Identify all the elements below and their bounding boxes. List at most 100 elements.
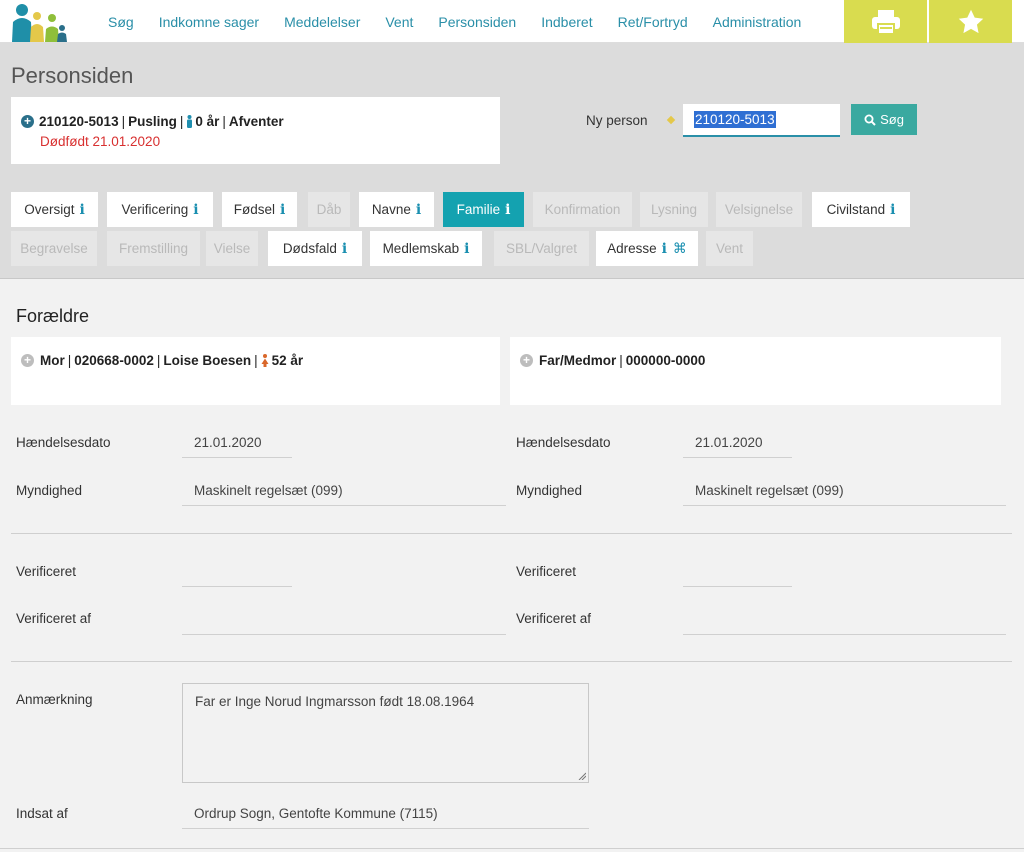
expand-plus-icon[interactable]: + [21,115,34,128]
father-authority-label: Myndighed [516,483,583,498]
tab-label: Velsignelse [724,202,794,217]
father-cpr: 000000-0000 [625,353,706,368]
expand-mother-icon[interactable]: + [21,354,34,367]
star-icon [958,9,983,33]
mother-event-date: 21.01.2020 [182,435,292,458]
tab-label: Vent [715,241,744,256]
father-authority: Maskinelt regelsæt (099) [683,483,1006,506]
mother-cpr: 020668-0002 [74,353,154,368]
tab-label: SBL/Valgret [505,241,578,256]
mother-authority-label: Myndighed [16,483,83,498]
top-navigation-bar: Søg Indkomne sager Meddelelser Vent Pers… [0,0,1024,43]
favorite-button[interactable] [929,0,1012,43]
tab-label: Dåb [316,202,342,217]
nav-indberet[interactable]: Indberet [541,14,592,30]
father-event-date-label: Hændelsesdato [516,435,611,450]
remark-text: Far er Inge Norud Ingmarsson født 18.08.… [195,694,475,709]
father-event-date: 21.01.2020 [683,435,792,458]
remark-label: Anmærkning [16,692,93,707]
mother-age: 52 år [271,353,304,368]
info-icon[interactable]: i [890,202,895,218]
divider [11,661,1012,662]
tab-verificering[interactable]: Verificering i [107,192,213,227]
person-cpr: 210120-5013 [39,114,119,129]
father-verified-label: Verificeret [516,564,577,579]
expand-father-icon[interactable]: + [520,354,533,367]
remark-textarea[interactable]: Far er Inge Norud Ingmarsson født 18.08.… [182,683,589,783]
mother-verified-by-field [182,612,506,635]
info-icon[interactable]: i [505,202,510,218]
tab-navne[interactable]: Navne i [359,192,434,227]
father-verified-by-field [683,612,1006,635]
nav-ret-fortryd[interactable]: Ret/Fortryd [618,14,688,30]
page-title: Personsiden [11,63,134,88]
command-icon[interactable]: ⌘ [673,240,687,257]
female-person-icon [261,354,269,367]
tab-label: Begravelse [20,241,88,256]
mother-event-date-label: Hændelsesdato [16,435,111,450]
new-person-label: Ny person [586,113,648,128]
logo-icon[interactable] [10,2,68,42]
tab-fødsel[interactable]: Fødsel i [222,192,297,227]
print-button[interactable] [844,0,927,43]
search-button-label: Søg [880,112,904,127]
father-summary: + Far/Medmor | 000000-0000 [520,353,705,368]
tab-begravelse: Begravelse [11,231,97,266]
nav-vent[interactable]: Vent [385,14,413,30]
tab-label: Fremstilling [118,241,188,256]
mother-role: Mor [40,353,65,368]
tab-label: Medlemskab [382,241,460,256]
person-summary: + 210120-5013 | Pusling | 0 år | Afvente… [21,114,284,129]
father-card: + Far/Medmor | 000000-0000 [510,337,1001,405]
nav-personsiden[interactable]: Personsiden [438,14,516,30]
printer-icon [871,9,900,35]
nav-indkomne-sager[interactable]: Indkomne sager [159,14,259,30]
tab-vent: Vent [706,231,753,266]
search-icon [864,114,876,126]
nav-sog[interactable]: Søg [108,14,134,30]
tab-oversigt[interactable]: Oversigt i [11,192,98,227]
tab-medlemskab[interactable]: Medlemskab i [370,231,482,266]
person-summary-card: + 210120-5013 | Pusling | 0 år | Afvente… [11,97,500,164]
person-header: Personsiden + 210120-5013 | Pusling | 0 … [0,43,1024,279]
tab-familie[interactable]: Familie i [443,192,524,227]
info-icon[interactable]: i [193,202,198,218]
new-person-input[interactable]: 210120-5013 [683,104,840,137]
tab-civilstand[interactable]: Civilstand i [812,192,910,227]
tab-dødsfald[interactable]: Dødsfald i [268,231,362,266]
father-role: Far/Medmor [539,353,617,368]
info-icon[interactable]: i [79,202,84,218]
tab-konfirmation: Konfirmation [533,192,632,227]
mother-name: Loise Boesen [163,353,252,368]
info-icon[interactable]: i [280,202,285,218]
info-icon[interactable]: i [416,202,421,218]
father-verified-by-label: Verificeret af [516,611,592,626]
info-icon[interactable]: i [342,241,347,257]
tab-label: Fødsel [233,202,275,217]
person-status: Afventer [228,114,284,129]
search-button[interactable]: Søg [851,104,917,135]
tab-adresse[interactable]: Adresse i ⌘ [596,231,698,266]
nav-meddelelser[interactable]: Meddelelser [284,14,360,30]
mother-verified-field [182,564,292,587]
tab-sbl-valgret: SBL/Valgret [494,231,589,266]
info-icon[interactable]: i [662,241,667,257]
divider [11,533,1012,534]
tab-label: Dødsfald [282,241,337,256]
tab-dåb: Dåb [308,192,350,227]
mother-card: + Mor | 020668-0002 | Loise Boesen | 52 … [11,337,500,405]
new-person-input-value: 210120-5013 [694,111,776,128]
mother-verified-label: Verificeret [16,564,77,579]
tab-lysning: Lysning [640,192,708,227]
main-nav: Søg Indkomne sager Meddelelser Vent Pers… [108,0,826,43]
tab-label: Lysning [650,202,698,217]
divider [0,848,1024,849]
tab-label: Civilstand [826,202,886,217]
parents-section-title: Forældre [16,306,90,326]
resize-handle-icon[interactable] [578,772,586,780]
father-verified-field [683,564,792,587]
nav-administration[interactable]: Administration [713,14,802,30]
mother-authority: Maskinelt regelsæt (099) [182,483,506,506]
info-icon[interactable]: i [464,241,469,257]
tab-label: Navne [371,202,411,217]
